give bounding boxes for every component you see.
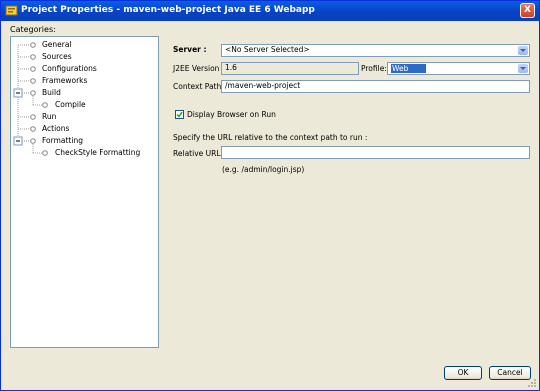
ok-button[interactable]: OK xyxy=(444,366,482,380)
context-path-value: /maven-web-project xyxy=(225,81,301,90)
j2ee-version-value: 1.6 xyxy=(225,63,237,72)
server-value: <No Server Selected> xyxy=(225,45,310,54)
bullet-icon xyxy=(30,138,36,144)
resize-grip-icon[interactable] xyxy=(527,378,537,388)
profile-label: Profile: xyxy=(361,64,387,73)
title-bar[interactable]: Project Properties - maven-web-project J… xyxy=(1,1,539,21)
window-title: Project Properties - maven-web-project J… xyxy=(21,5,315,15)
bullet-icon xyxy=(30,66,36,72)
bullet-icon xyxy=(42,150,48,156)
tree-item-general[interactable]: General xyxy=(42,40,72,49)
checkmark-icon xyxy=(176,111,183,118)
display-browser-label[interactable]: Display Browser on Run xyxy=(187,110,276,119)
tree-item-checkstyle-formatting[interactable]: CheckStyle Formatting xyxy=(55,148,140,157)
relative-url-label: Relative URL : xyxy=(173,149,226,158)
bullet-icon xyxy=(30,114,36,120)
cancel-button[interactable]: Cancel xyxy=(489,366,531,380)
chevron-down-icon[interactable] xyxy=(518,64,528,73)
bullet-icon xyxy=(30,126,36,132)
bullet-icon xyxy=(30,54,36,60)
display-browser-checkbox[interactable] xyxy=(175,110,184,119)
chevron-down-icon[interactable] xyxy=(518,46,528,55)
bullet-icon xyxy=(30,42,36,48)
j2ee-version-label: J2EE Version : xyxy=(173,64,225,73)
tree-item-frameworks[interactable]: Frameworks xyxy=(42,76,87,85)
example-hint: (e.g. /admin/login.jsp) xyxy=(222,165,305,174)
tree-item-compile[interactable]: Compile xyxy=(55,100,86,109)
context-path-label: Context Path : xyxy=(173,82,227,91)
tree-item-sources[interactable]: Sources xyxy=(42,52,72,61)
server-label: Server : xyxy=(173,45,207,54)
j2ee-version-field: 1.6 xyxy=(221,62,359,75)
app-icon xyxy=(5,5,18,16)
bullet-icon xyxy=(30,90,36,96)
server-combobox[interactable]: <No Server Selected> xyxy=(221,44,530,57)
tree-item-run[interactable]: Run xyxy=(42,112,56,121)
close-button[interactable]: X xyxy=(520,3,535,18)
bullet-icon xyxy=(30,78,36,84)
profile-value: Web xyxy=(391,64,426,73)
bullet-icon xyxy=(42,102,48,108)
context-path-input[interactable]: /maven-web-project xyxy=(221,80,530,93)
tree-item-build[interactable]: Build xyxy=(42,88,61,97)
profile-combobox[interactable]: Web xyxy=(387,62,530,75)
categories-label: Categories: xyxy=(10,25,56,34)
tree-item-formatting[interactable]: Formatting xyxy=(42,136,83,145)
specify-url-text: Specify the URL relative to the context … xyxy=(173,133,368,142)
categories-tree[interactable]: General Sources Configurations Framework… xyxy=(10,36,159,348)
tree-item-actions[interactable]: Actions xyxy=(42,124,69,133)
relative-url-input[interactable] xyxy=(221,146,530,159)
close-icon: X xyxy=(524,5,531,15)
tree-item-configurations[interactable]: Configurations xyxy=(42,64,97,73)
project-properties-dialog: Project Properties - maven-web-project J… xyxy=(0,0,540,391)
